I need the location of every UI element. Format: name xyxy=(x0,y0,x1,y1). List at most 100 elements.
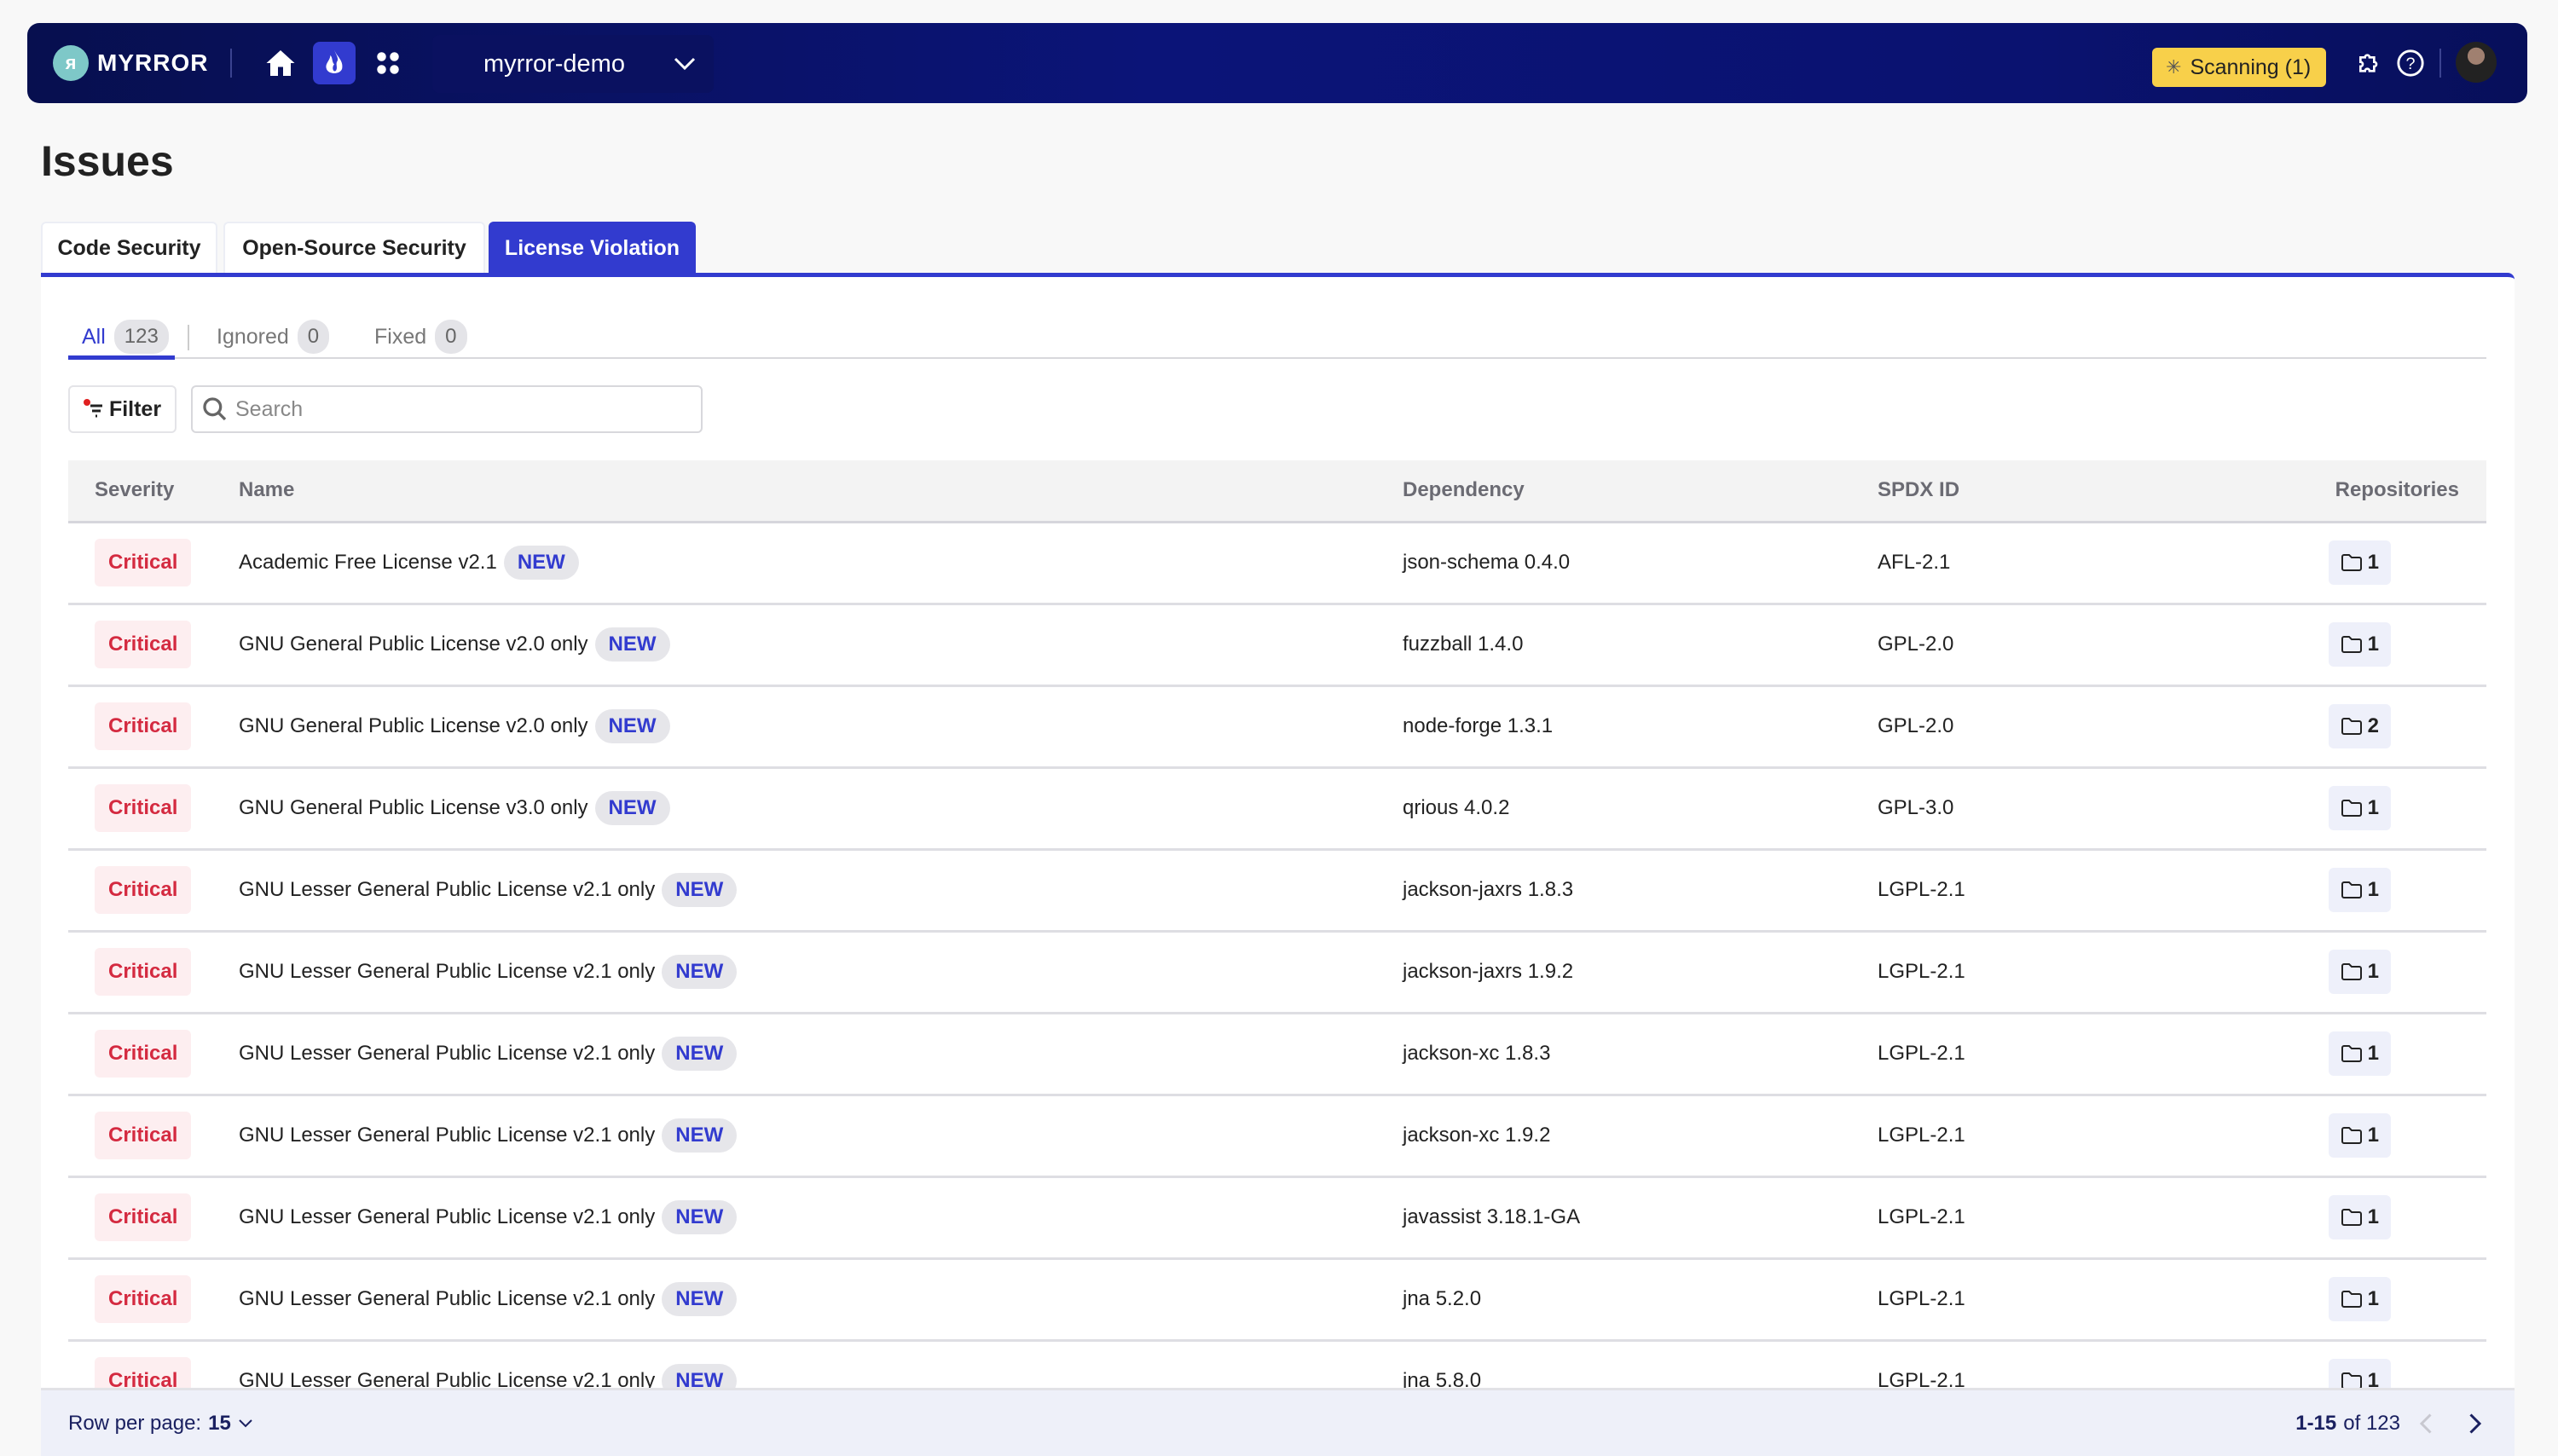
table-row[interactable]: Critical GNU Lesser General Public Licens… xyxy=(68,1258,2486,1340)
rows-per-page-select[interactable]: Row per page: 15 xyxy=(68,1412,253,1436)
pagination-bar: Row per page: 15 1-15 of 123 xyxy=(41,1388,2515,1456)
new-badge: NEW xyxy=(594,627,670,662)
license-name[interactable]: Academic Free License v2.1 xyxy=(239,551,497,574)
spdx-id: LGPL-2.1 xyxy=(1878,1124,1965,1147)
table-row[interactable]: Critical GNU Lesser General Public Licens… xyxy=(68,849,2486,931)
table-row[interactable]: Critical GNU General Public License v2.0 … xyxy=(68,604,2486,685)
subtab-label: Ignored xyxy=(217,324,289,349)
license-name[interactable]: GNU Lesser General Public License v2.1 o… xyxy=(239,960,655,983)
subtab-fixed[interactable]: Fixed 0 xyxy=(374,320,467,354)
folder-icon xyxy=(2341,963,2362,980)
license-name[interactable]: GNU Lesser General Public License v2.1 o… xyxy=(239,1042,655,1065)
new-badge: NEW xyxy=(662,955,738,989)
user-avatar[interactable] xyxy=(2456,42,2497,83)
dependency: jackson-jaxrs 1.8.3 xyxy=(1403,878,1574,901)
repositories-button[interactable]: 1 xyxy=(2328,1277,2391,1321)
repo-count: 1 xyxy=(2367,1042,2379,1065)
repositories-button[interactable]: 2 xyxy=(2328,704,2391,748)
new-badge: NEW xyxy=(594,709,670,743)
tab-license-violation[interactable]: License Violation xyxy=(489,222,696,273)
license-name[interactable]: GNU General Public License v3.0 only xyxy=(239,796,588,819)
new-badge: NEW xyxy=(662,1037,738,1071)
repo-count: 1 xyxy=(2367,1124,2379,1147)
tab-open-source-security[interactable]: Open-Source Security xyxy=(223,222,485,273)
spdx-id: LGPL-2.1 xyxy=(1878,878,1965,901)
severity-badge: Critical xyxy=(95,1030,192,1078)
logo-icon: ᴙ xyxy=(53,45,89,81)
rows-per-page-label: Row per page: xyxy=(68,1411,202,1435)
severity-badge: Critical xyxy=(95,702,192,750)
col-severity[interactable]: Severity xyxy=(68,460,239,523)
filter-label: Filter xyxy=(108,396,162,421)
new-badge: NEW xyxy=(662,873,738,907)
next-page-icon[interactable] xyxy=(2462,1411,2487,1436)
repositories-button[interactable]: 1 xyxy=(2328,1113,2391,1158)
repositories-button[interactable]: 1 xyxy=(2328,868,2391,912)
col-name[interactable]: Name xyxy=(239,460,1403,523)
license-name[interactable]: GNU Lesser General Public License v2.1 o… xyxy=(239,1205,655,1228)
divider xyxy=(188,325,189,350)
prev-page-icon[interactable] xyxy=(2414,1411,2439,1436)
spinner-icon: ✳ xyxy=(2166,56,2182,78)
spdx-id: LGPL-2.1 xyxy=(1878,1205,1965,1228)
chevron-down-icon xyxy=(674,57,696,71)
page-range: 1-15 xyxy=(2295,1411,2337,1435)
repo-count: 1 xyxy=(2367,551,2379,574)
col-repositories[interactable]: Repositories xyxy=(2304,460,2486,523)
folder-icon xyxy=(2341,1045,2362,1062)
table-row[interactable]: Critical GNU Lesser General Public Licens… xyxy=(68,1013,2486,1095)
help-icon[interactable]: ? xyxy=(2389,42,2432,84)
dependency: jackson-xc 1.9.2 xyxy=(1403,1124,1551,1147)
subtab-ignored[interactable]: Ignored 0 xyxy=(217,320,330,354)
table-row[interactable]: Critical GNU General Public License v3.0 … xyxy=(68,767,2486,849)
license-name[interactable]: GNU Lesser General Public License v2.1 o… xyxy=(239,878,655,901)
dependency: node-forge 1.3.1 xyxy=(1403,714,1554,737)
subtab-divider xyxy=(68,357,2486,359)
search-input[interactable]: Search xyxy=(191,385,703,433)
col-dependency[interactable]: Dependency xyxy=(1403,460,1878,523)
folder-icon xyxy=(2341,554,2362,571)
project-selector[interactable]: myrror-demo xyxy=(432,35,714,93)
active-subtab-indicator xyxy=(68,355,175,360)
repositories-button[interactable]: 1 xyxy=(2328,1031,2391,1076)
flame-icon[interactable] xyxy=(313,42,356,84)
severity-badge: Critical xyxy=(95,1193,192,1241)
license-name[interactable]: GNU General Public License v2.0 only xyxy=(239,633,588,656)
table-row[interactable]: Critical GNU General Public License v2.0 … xyxy=(68,685,2486,767)
count-badge: 0 xyxy=(297,320,330,354)
scanning-status-button[interactable]: ✳ Scanning (1) xyxy=(2152,48,2326,87)
col-spdx-id[interactable]: SPDX ID xyxy=(1878,460,2304,523)
tab-code-security[interactable]: Code Security xyxy=(41,222,217,273)
repo-count: 1 xyxy=(2367,960,2379,983)
repositories-button[interactable]: 1 xyxy=(2328,1195,2391,1239)
chevron-down-icon xyxy=(239,1418,252,1427)
severity-badge: Critical xyxy=(95,1112,192,1159)
filter-button[interactable]: Filter xyxy=(68,385,177,433)
spdx-id: GPL-3.0 xyxy=(1878,796,1954,819)
repositories-button[interactable]: 1 xyxy=(2328,622,2391,667)
page-total: of 123 xyxy=(2343,1411,2400,1435)
repo-count: 1 xyxy=(2367,1287,2379,1310)
repositories-button[interactable]: 1 xyxy=(2328,950,2391,994)
apps-grid-icon[interactable] xyxy=(367,42,409,84)
table-row[interactable]: Critical GNU Lesser General Public Licens… xyxy=(68,1176,2486,1258)
home-icon[interactable] xyxy=(259,42,302,84)
table-header: Severity Name Dependency SPDX ID Reposit… xyxy=(68,460,2486,523)
subtab-all[interactable]: All 123 xyxy=(82,320,169,354)
table-row[interactable]: Critical GNU Lesser General Public Licens… xyxy=(68,931,2486,1013)
new-badge: NEW xyxy=(503,546,579,580)
integrations-puzzle-icon[interactable] xyxy=(2348,42,2391,84)
folder-icon xyxy=(2341,1127,2362,1144)
dependency: jna 5.2.0 xyxy=(1403,1287,1482,1310)
new-badge: NEW xyxy=(594,791,670,825)
spdx-id: GPL-2.0 xyxy=(1878,714,1954,737)
repositories-button[interactable]: 1 xyxy=(2328,540,2391,585)
brand-name: MYRROR xyxy=(97,49,209,76)
table-row[interactable]: Critical GNU Lesser General Public Licens… xyxy=(68,1095,2486,1176)
repositories-button[interactable]: 1 xyxy=(2328,786,2391,830)
license-name[interactable]: GNU Lesser General Public License v2.1 o… xyxy=(239,1287,655,1310)
license-name[interactable]: GNU Lesser General Public License v2.1 o… xyxy=(239,1124,655,1147)
table-row[interactable]: Critical Academic Free License v2.1 NEW jso… xyxy=(68,522,2486,604)
license-name[interactable]: GNU General Public License v2.0 only xyxy=(239,714,588,737)
brand-logo[interactable]: ᴙ MYRROR xyxy=(53,45,208,81)
